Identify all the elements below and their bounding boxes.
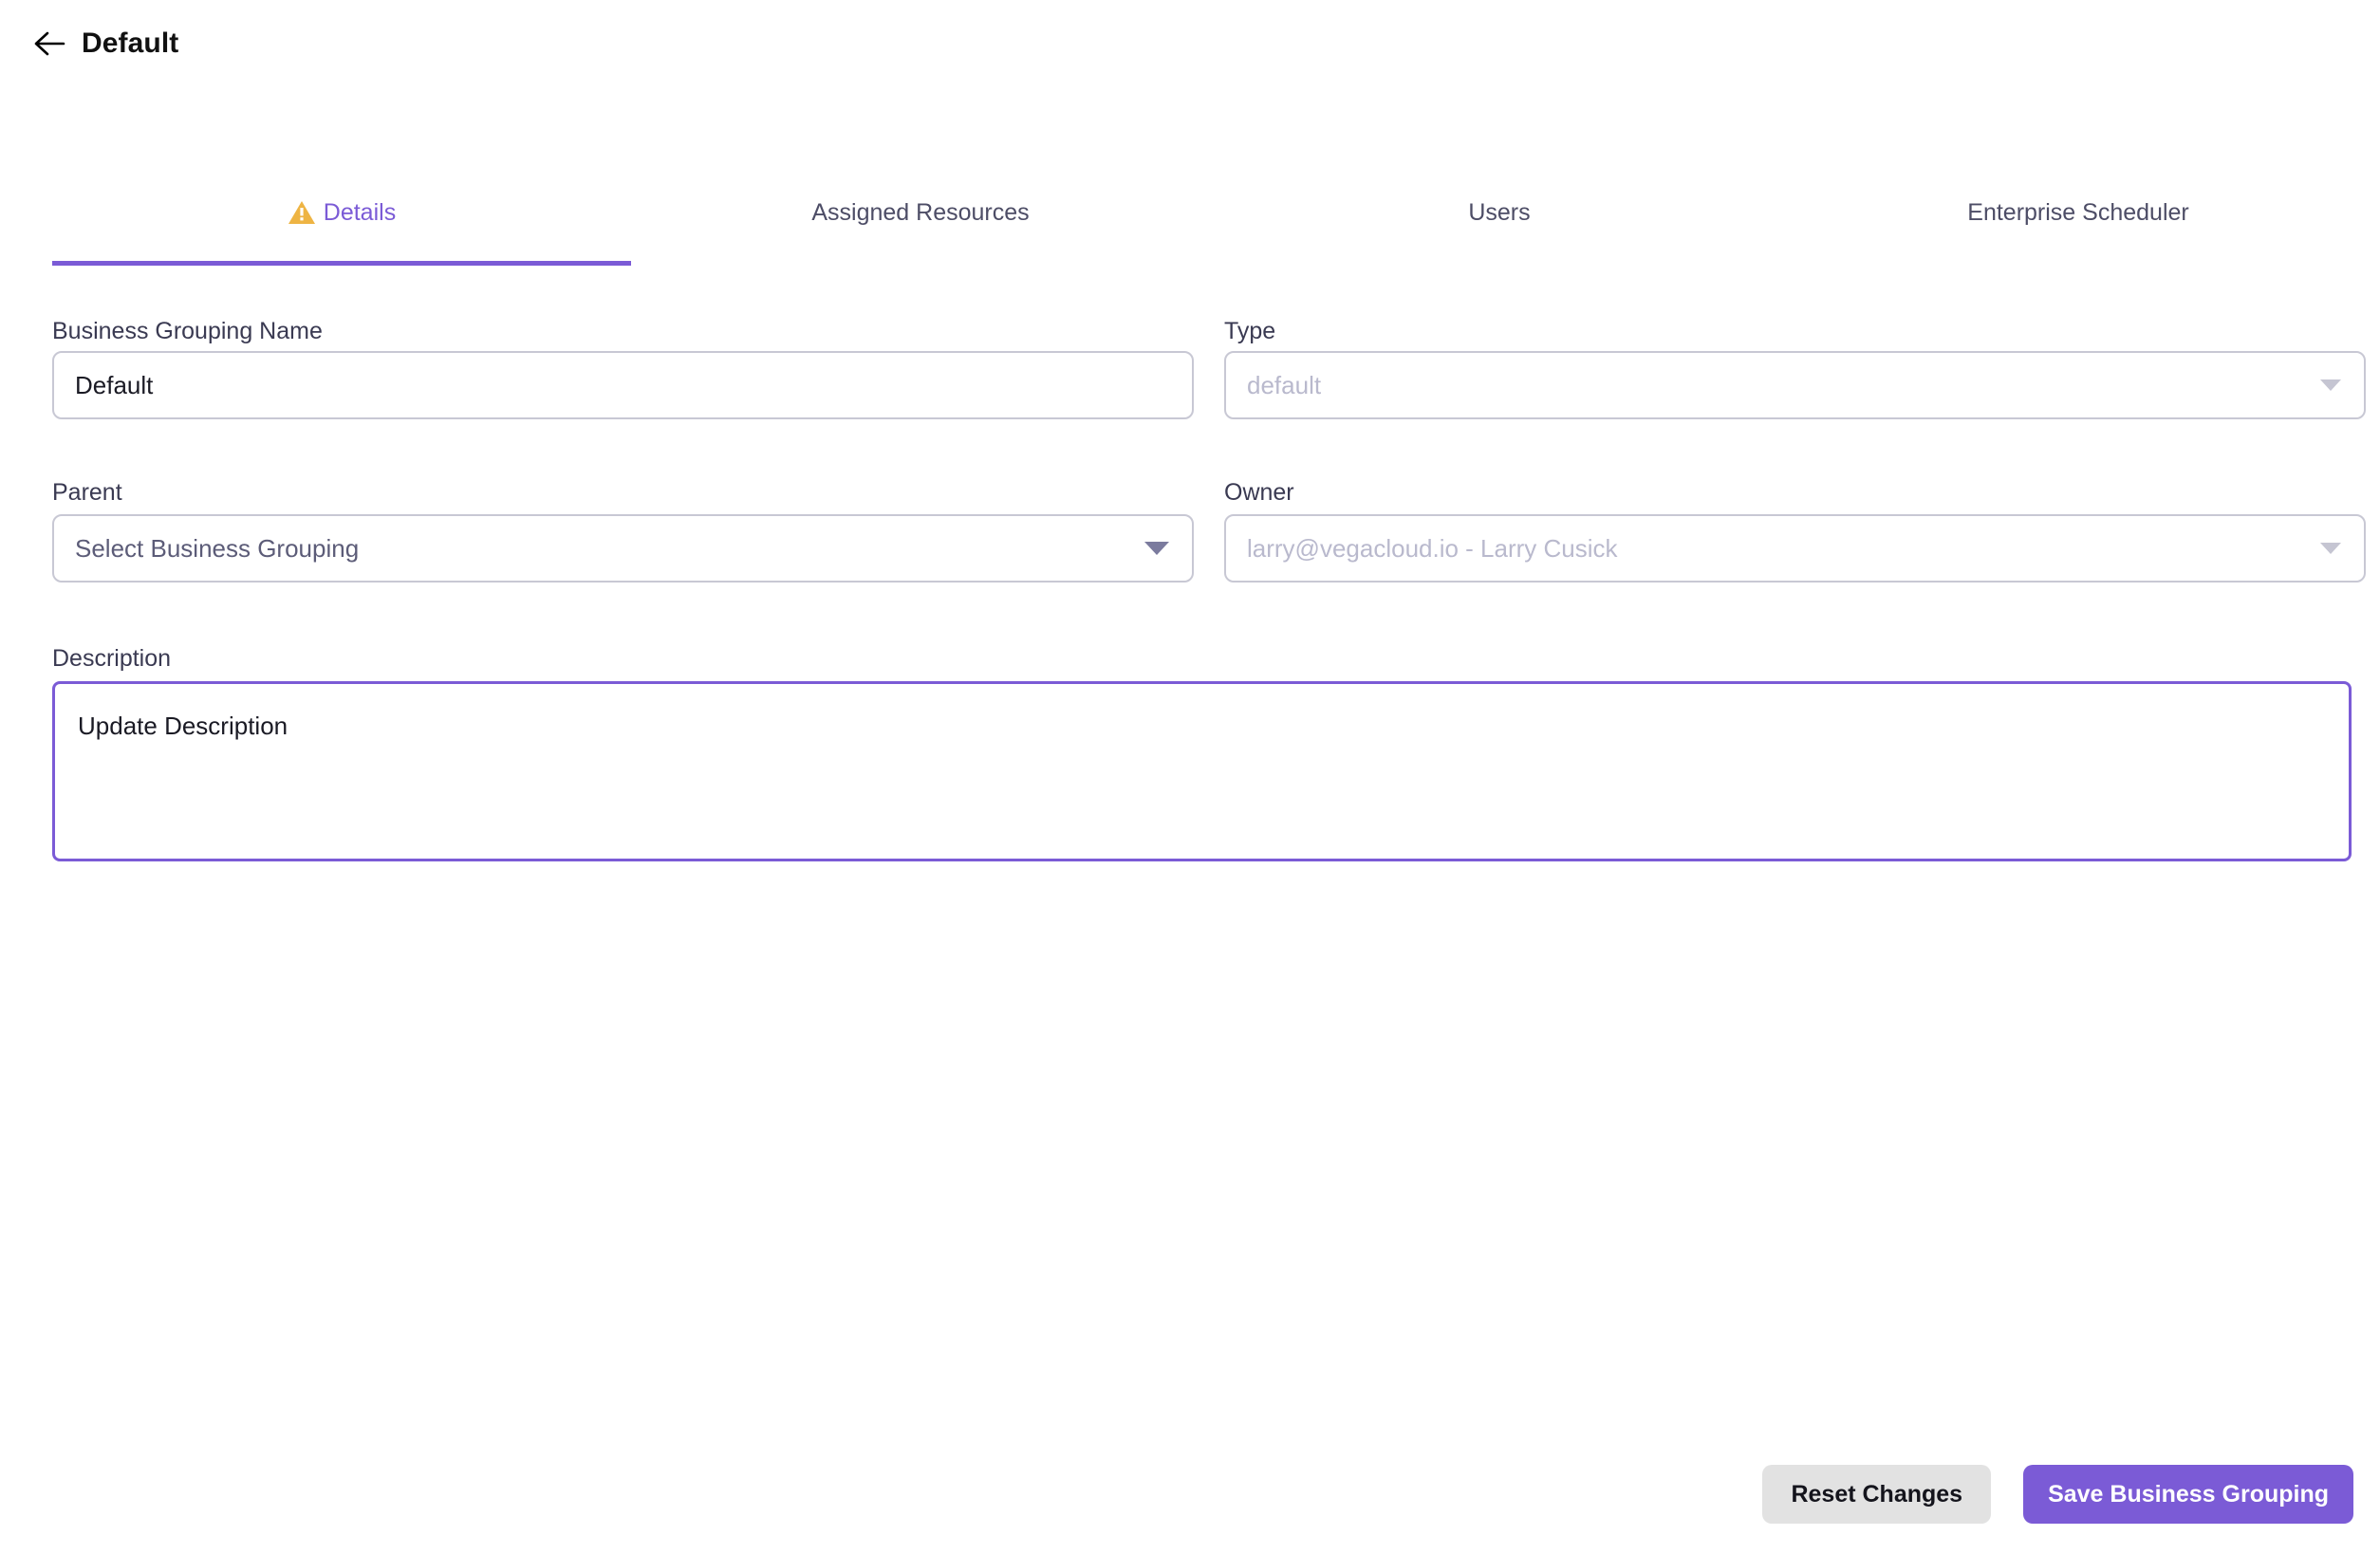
owner-select[interactable]: larry@vegacloud.io - Larry Cusick [1224, 514, 2366, 583]
save-business-grouping-button[interactable]: Save Business Grouping [2023, 1465, 2353, 1524]
tab-bar: Details Assigned Resources Users Enterpr… [52, 161, 2349, 275]
reset-changes-button[interactable]: Reset Changes [1762, 1465, 1992, 1524]
parent-value: Select Business Grouping [75, 533, 360, 563]
description-label: Description [52, 645, 172, 672]
form-actions: Reset Changes Save Business Grouping [1762, 1465, 2353, 1524]
chevron-down-icon [2320, 543, 2341, 554]
tab-details[interactable]: Details [52, 161, 631, 264]
tab-details-label: Details [323, 198, 397, 226]
business-grouping-name-input[interactable]: Default [52, 351, 1194, 419]
description-textarea[interactable]: Update Description [52, 681, 2352, 861]
parent-label: Parent [52, 479, 122, 506]
owner-label: Owner [1224, 479, 1294, 506]
type-value: default [1247, 370, 1322, 399]
tab-users[interactable]: Users [1210, 161, 1789, 264]
page-title: Default [82, 28, 179, 59]
type-select[interactable]: default [1224, 351, 2366, 419]
business-grouping-name-value: Default [75, 370, 154, 399]
arrow-left-icon[interactable] [28, 23, 70, 65]
chevron-down-icon [1144, 542, 1169, 555]
business-grouping-details-page: Default Details Assigned Resources Users… [0, 0, 2380, 1554]
description-value: Update Description [78, 712, 288, 740]
tab-assigned-resources-label: Assigned Resources [811, 198, 1030, 226]
parent-select[interactable]: Select Business Grouping [52, 514, 1194, 583]
tab-assigned-resources[interactable]: Assigned Resources [631, 161, 1210, 264]
page-header: Default [0, 0, 2380, 87]
business-grouping-name-label: Business Grouping Name [52, 318, 323, 344]
tab-enterprise-scheduler-label: Enterprise Scheduler [1967, 198, 2189, 226]
tab-enterprise-scheduler[interactable]: Enterprise Scheduler [1789, 161, 2368, 264]
tab-users-label: Users [1468, 198, 1531, 226]
warning-triangle-icon [288, 201, 315, 224]
type-label: Type [1224, 318, 1276, 344]
owner-value: larry@vegacloud.io - Larry Cusick [1247, 533, 1618, 563]
active-tab-indicator [52, 261, 631, 266]
chevron-down-icon [2320, 379, 2341, 391]
